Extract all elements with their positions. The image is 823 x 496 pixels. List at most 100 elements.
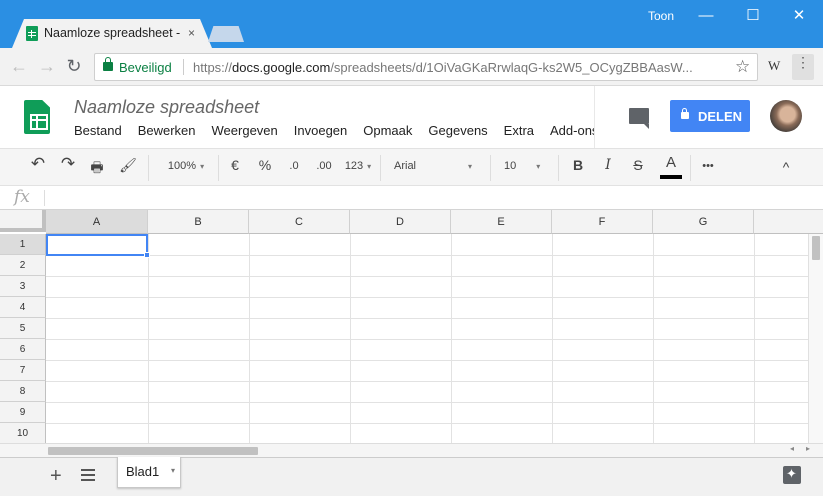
sheet-tabs-bar: + Blad1 ▾ (0, 457, 823, 496)
strikethrough-button[interactable]: S (630, 157, 646, 173)
back-button[interactable]: ← (8, 56, 30, 77)
document-title[interactable]: Naamloze spreadsheet (74, 97, 259, 118)
gridline (46, 297, 823, 298)
menu-bewerken[interactable]: Bewerken (138, 123, 196, 138)
maximize-button[interactable]: ☐ (733, 2, 773, 30)
paint-format-button[interactable]: 🖌 (118, 157, 138, 174)
address-toolbar: ← → ↻ Beveiligd https://docs.google.com/… (0, 48, 823, 86)
scroll-left-arrow-icon[interactable]: ◂ (790, 444, 794, 453)
decrease-decimals-button[interactable]: .0 (284, 160, 304, 172)
more-formats-select[interactable]: 123 ▾ (342, 160, 374, 172)
bookmark-star-icon[interactable]: ☆ (735, 57, 750, 77)
toolbar-separator (558, 155, 559, 181)
vertical-scroll-thumb[interactable] (812, 236, 820, 260)
column-header-d[interactable]: D (350, 210, 451, 234)
minimize-button[interactable]: — (686, 2, 726, 30)
toolbar-separator (218, 155, 219, 181)
percent-button[interactable]: % (256, 157, 274, 173)
gridline (46, 318, 823, 319)
address-bar[interactable]: Beveiligd https://docs.google.com/spread… (94, 53, 758, 81)
browser-menu-button[interactable]: ⋮ (792, 54, 814, 80)
comments-icon[interactable] (629, 108, 649, 129)
column-header-e[interactable]: E (451, 210, 552, 234)
vertical-scrollbar[interactable] (808, 234, 823, 443)
menu-bar: Bestand Bewerken Weergeven Invoegen Opmaak Ge… (74, 123, 594, 138)
undo-button[interactable]: ↶ (28, 154, 48, 174)
sheets-header: Naamloze spreadsheet Bestand Bewerken Weer… (0, 86, 823, 148)
italic-button[interactable]: I (600, 157, 616, 173)
scroll-right-arrow-icon[interactable]: ▸ (806, 444, 810, 453)
sheet-tab[interactable]: Blad1 ▾ (117, 457, 181, 488)
menu-add-ons[interactable]: Add-ons (550, 123, 594, 138)
reload-button[interactable]: ↻ (63, 56, 85, 77)
url-separator (183, 59, 184, 75)
formula-bar[interactable]: fx (0, 186, 823, 210)
new-tab-button[interactable] (208, 26, 244, 42)
add-sheet-button[interactable]: + (50, 465, 62, 488)
horizontal-scrollbar[interactable]: ◂ ▸ (0, 443, 823, 457)
row-header-4[interactable]: 4 (0, 297, 46, 318)
share-label: DELEN (698, 109, 743, 124)
tab-close-icon[interactable]: × (188, 26, 195, 40)
gridline (46, 255, 823, 256)
row-header-5[interactable]: 5 (0, 318, 46, 339)
format-toolbar: ↶ ↷ 🖶 🖌 100% ▾ € % .0 .00 123 ▾ Arial ▾ 10 ▾… (0, 148, 823, 186)
secure-label[interactable]: Beveiligd (119, 60, 172, 75)
row-header-3[interactable]: 3 (0, 276, 46, 297)
text-color-button[interactable]: A (662, 154, 680, 171)
print-button[interactable]: 🖶 (87, 157, 107, 181)
share-button[interactable]: DELEN (670, 100, 750, 132)
column-header-h[interactable]: H (754, 210, 823, 234)
toolbar-separator (490, 155, 491, 181)
sheets-favicon-icon (26, 26, 38, 41)
close-window-button[interactable]: ✕ (779, 2, 819, 30)
column-header-g[interactable]: G (653, 210, 754, 234)
menu-invoegen[interactable]: Invoegen (294, 123, 348, 138)
browser-tab[interactable]: Naamloze spreadsheet - × (12, 19, 212, 48)
active-cell-a1[interactable] (46, 234, 148, 256)
horizontal-scroll-thumb[interactable] (48, 447, 258, 455)
column-header-b[interactable]: B (148, 210, 249, 234)
all-sheets-icon[interactable] (81, 469, 95, 481)
forward-button[interactable]: → (36, 56, 58, 77)
collapse-menu-button[interactable]: ^ (778, 159, 794, 175)
fill-handle[interactable] (144, 252, 150, 258)
column-header-c[interactable]: C (249, 210, 350, 234)
explore-icon[interactable] (783, 466, 801, 484)
font-size-select[interactable]: 10 ▾ (504, 160, 552, 172)
row-header-10[interactable]: 10 (0, 423, 46, 443)
more-toolbar-button[interactable]: ••• (698, 160, 718, 172)
menu-gegevens[interactable]: Gegevens (428, 123, 487, 138)
spreadsheet-grid[interactable]: A B C D E F G H 1 2 3 4 5 6 7 8 9 10 (0, 210, 823, 443)
toolbar-separator (380, 155, 381, 181)
row-header-1[interactable]: 1 (0, 234, 46, 255)
increase-decimals-button[interactable]: .00 (313, 160, 335, 172)
font-select[interactable]: Arial ▾ (394, 160, 482, 172)
column-header-a[interactable]: A (46, 210, 148, 234)
chevron-down-icon[interactable]: ▾ (171, 466, 175, 475)
window-titlebar: Naamloze spreadsheet - × Toon — ☐ ✕ (0, 0, 823, 48)
menu-opmaak[interactable]: Opmaak (363, 123, 412, 138)
url-text[interactable]: https://docs.google.com/spreadsheets/d/1… (193, 60, 723, 75)
lock-icon (103, 57, 113, 71)
menu-bestand[interactable]: Bestand (74, 123, 122, 138)
row-header-9[interactable]: 9 (0, 402, 46, 423)
redo-button[interactable]: ↷ (58, 154, 78, 174)
column-header-f[interactable]: F (552, 210, 653, 234)
row-header-7[interactable]: 7 (0, 360, 46, 381)
select-all-corner[interactable] (0, 210, 46, 232)
zoom-select[interactable]: 100% ▾ (160, 160, 212, 172)
extension-w-icon[interactable]: W (768, 58, 780, 74)
sheets-logo-icon[interactable] (24, 100, 50, 134)
gridline (46, 339, 823, 340)
row-header-2[interactable]: 2 (0, 255, 46, 276)
profile-name[interactable]: Toon (648, 9, 674, 23)
menu-extra[interactable]: Extra (504, 123, 534, 138)
fx-icon: fx (14, 187, 30, 207)
menu-weergeven[interactable]: Weergeven (212, 123, 278, 138)
avatar[interactable] (770, 100, 802, 132)
currency-button[interactable]: € (226, 157, 244, 173)
row-header-6[interactable]: 6 (0, 339, 46, 360)
bold-button[interactable]: B (570, 157, 586, 173)
row-header-8[interactable]: 8 (0, 381, 46, 402)
